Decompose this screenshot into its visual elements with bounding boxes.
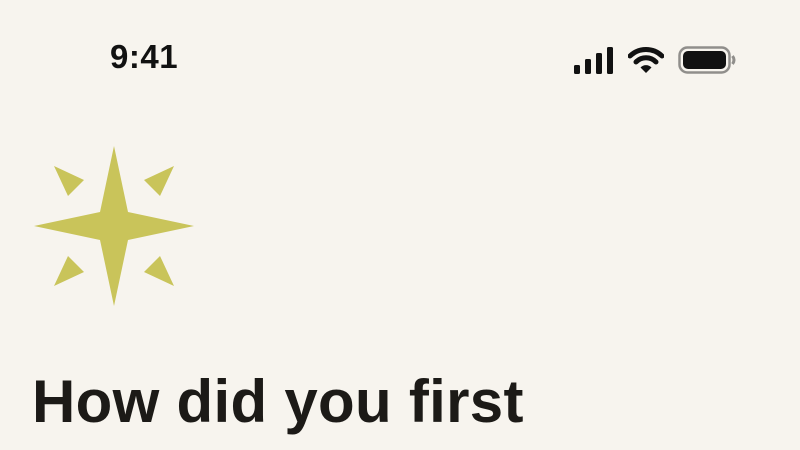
sparkle-star-icon (32, 146, 196, 306)
wifi-icon (628, 46, 664, 74)
status-time: 9:41 (110, 38, 179, 75)
status-icons (574, 44, 736, 76)
status-bar: 9:41 (0, 0, 800, 110)
page-title: How did you first (32, 368, 524, 435)
battery-icon (678, 46, 736, 74)
cellular-signal-icon (574, 46, 614, 74)
onboarding-screen: 9:41 How did you first (0, 0, 800, 450)
